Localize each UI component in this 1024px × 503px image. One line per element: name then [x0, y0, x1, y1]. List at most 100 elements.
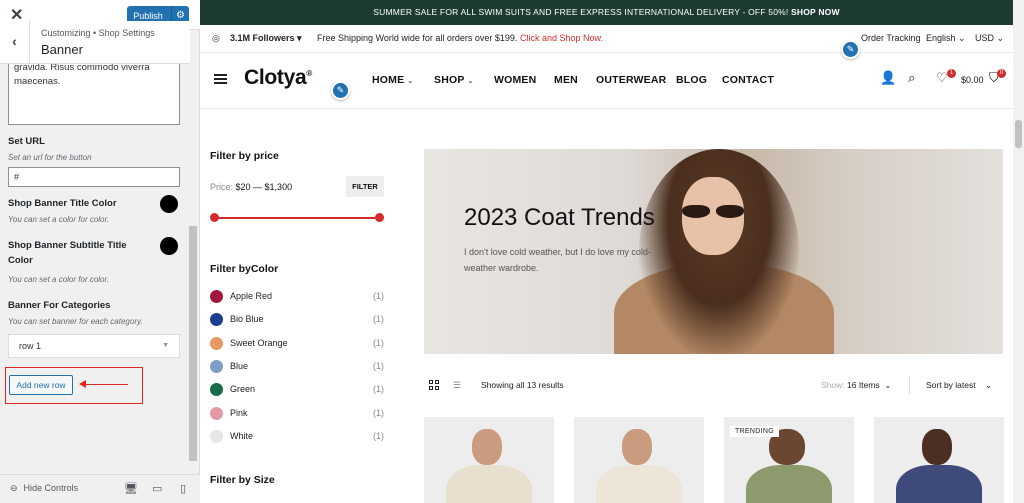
- mobile-preview-icon[interactable]: ▯: [180, 482, 186, 495]
- tablet-preview-icon[interactable]: ▭: [152, 482, 162, 495]
- color-filter-item[interactable]: Sweet Orange (1): [210, 336, 384, 352]
- title-color-description: You can set a color for color.: [8, 215, 110, 224]
- customizer-scrollbar[interactable]: [189, 226, 197, 461]
- nav-women[interactable]: WOMEN: [494, 74, 536, 86]
- hide-controls-button[interactable]: ⊖ Hide Controls: [10, 483, 84, 494]
- customizer-footer: ⊖ Hide Controls 🖥 ▭ ▯: [0, 474, 200, 503]
- color-name: Pink: [230, 407, 248, 418]
- annotation-arrow-line: [84, 384, 128, 385]
- categories-label: Banner For Categories: [8, 300, 111, 311]
- nav-outerwear[interactable]: OUTERWEAR: [596, 74, 666, 86]
- product-card[interactable]: [424, 417, 554, 503]
- filter-price-title: Filter by price: [210, 150, 279, 162]
- color-filter-item[interactable]: Bio Blue (1): [210, 312, 384, 328]
- followers-link[interactable]: 3.1M Followers ▾: [230, 33, 302, 44]
- color-name: Green: [230, 384, 256, 395]
- nav-shop-label: SHOP: [434, 74, 465, 86]
- logo-edit-pencil-icon[interactable]: ✎: [331, 81, 350, 100]
- subtitle-color-swatch[interactable]: [160, 237, 178, 255]
- promo-link[interactable]: SHOP NOW: [791, 7, 840, 17]
- sort-value: Sort by latest: [926, 380, 976, 390]
- cart-count-badge: 0: [997, 69, 1006, 78]
- section-header: ‹ Customizing • Shop Settings Banner: [0, 21, 190, 64]
- cart-total[interactable]: $0.00: [961, 75, 984, 85]
- utility-bar: ◎ 3.1M Followers ▾ Free Shipping World w…: [200, 25, 1013, 59]
- color-swatch: [210, 359, 223, 373]
- category-row-select[interactable]: row 1 ▼: [8, 334, 180, 358]
- product-image-head: [622, 429, 652, 465]
- search-icon[interactable]: ⌕: [908, 70, 915, 86]
- shop-banner: 2023 Coat Trends I don't love cold weath…: [424, 149, 1003, 354]
- hide-controls-icon: ⊖: [10, 483, 18, 493]
- shipping-text: Free Shipping World wide for all orders …: [317, 33, 518, 43]
- followers-count: 3.1M Followers: [230, 33, 295, 43]
- color-filter-item[interactable]: Blue (1): [210, 359, 384, 375]
- chevron-down-icon: ⌄: [467, 78, 474, 85]
- color-filter-item[interactable]: White (1): [210, 429, 384, 445]
- grid-view-icon[interactable]: [429, 380, 439, 390]
- color-filter-item[interactable]: Apple Red (1): [210, 289, 384, 305]
- language-select[interactable]: English ⌄: [926, 33, 966, 44]
- back-chevron-icon[interactable]: ‹: [0, 21, 30, 64]
- promo-bar: SUMMER SALE FOR ALL SWIM SUITS AND FREE …: [200, 0, 1013, 25]
- currency-select[interactable]: USD ⌄: [975, 33, 1004, 44]
- instagram-icon[interactable]: ◎: [212, 33, 220, 44]
- logo-text: Clotya: [244, 66, 307, 89]
- filter-button[interactable]: FILTER: [346, 176, 384, 197]
- preview-scrollbar-thumb[interactable]: [1015, 120, 1022, 148]
- account-icon[interactable]: 👤: [880, 70, 896, 86]
- show-label: Show:: [821, 380, 845, 390]
- color-count: (1): [373, 314, 384, 325]
- color-swatch: [210, 406, 223, 420]
- title-color-label: Shop Banner Title Color: [8, 198, 117, 209]
- product-image: [896, 465, 982, 503]
- site-preview: SUMMER SALE FOR ALL SWIM SUITS AND FREE …: [200, 0, 1024, 503]
- nav-shop[interactable]: SHOP ⌄: [434, 74, 474, 86]
- sort-select[interactable]: Sort by latest ⌄: [926, 380, 992, 391]
- desktop-preview-icon[interactable]: 🖥: [124, 482, 138, 495]
- list-view-icon[interactable]: ☰: [453, 380, 461, 391]
- color-name: Blue: [230, 360, 249, 371]
- subtitle-color-description: You can set a color for color.: [8, 275, 110, 284]
- row-select-value: row 1: [19, 341, 42, 351]
- title-color-swatch[interactable]: [160, 195, 178, 213]
- color-filter-item[interactable]: Pink (1): [210, 406, 384, 422]
- product-card[interactable]: [874, 417, 1004, 503]
- nav-men[interactable]: MEN: [554, 74, 578, 86]
- price-slider-min-handle[interactable]: [210, 213, 219, 222]
- product-image: [446, 465, 532, 503]
- price-range-label: Price: $20 — $1,300: [210, 182, 292, 192]
- site-logo[interactable]: Clotya®: [244, 66, 312, 90]
- color-count: (1): [373, 337, 384, 348]
- toolbar-divider: [909, 376, 910, 394]
- price-slider-max-handle[interactable]: [375, 213, 384, 222]
- product-card[interactable]: TRENDING: [724, 417, 854, 503]
- product-image-head: [472, 429, 502, 465]
- preview-scrollbar[interactable]: [1013, 0, 1024, 503]
- logo-mark: ®: [306, 69, 312, 78]
- nav-home-label: HOME: [372, 74, 405, 86]
- color-count: (1): [373, 360, 384, 371]
- color-filter-item[interactable]: Green (1): [210, 382, 384, 398]
- main-header: Clotya® ✎ HOME ⌄ SHOP ⌄ WOMEN MEN OUTERWEA…: [200, 53, 1013, 109]
- price-slider-track[interactable]: [214, 217, 380, 219]
- product-card[interactable]: [574, 417, 704, 503]
- color-swatch: [210, 429, 223, 443]
- color-name: Bio Blue: [230, 314, 264, 325]
- wishlist-heart-icon[interactable]: ♡: [936, 70, 948, 86]
- banner-text-textarea[interactable]: gravida. Risus commodo viverra maecenas.: [8, 64, 180, 125]
- nav-home[interactable]: HOME ⌄: [372, 74, 413, 86]
- shipping-link[interactable]: Click and Shop Now.: [520, 33, 603, 43]
- caret-down-icon: ▼: [162, 342, 169, 349]
- shipping-notice: Free Shipping World wide for all orders …: [317, 33, 603, 43]
- set-url-input[interactable]: #: [8, 167, 180, 187]
- nav-blog[interactable]: BLOG: [676, 74, 707, 86]
- set-url-description: Set an url for the button: [8, 153, 92, 162]
- color-count: (1): [373, 291, 384, 301]
- nav-contact[interactable]: CONTACT: [722, 74, 774, 86]
- per-page-select[interactable]: 16 Items ⌄: [847, 380, 891, 391]
- hamburger-menu-icon[interactable]: [214, 74, 227, 84]
- add-new-row-button[interactable]: Add new row: [9, 375, 73, 395]
- order-tracking-link[interactable]: Order Tracking: [861, 33, 921, 43]
- color-name: White: [230, 430, 254, 441]
